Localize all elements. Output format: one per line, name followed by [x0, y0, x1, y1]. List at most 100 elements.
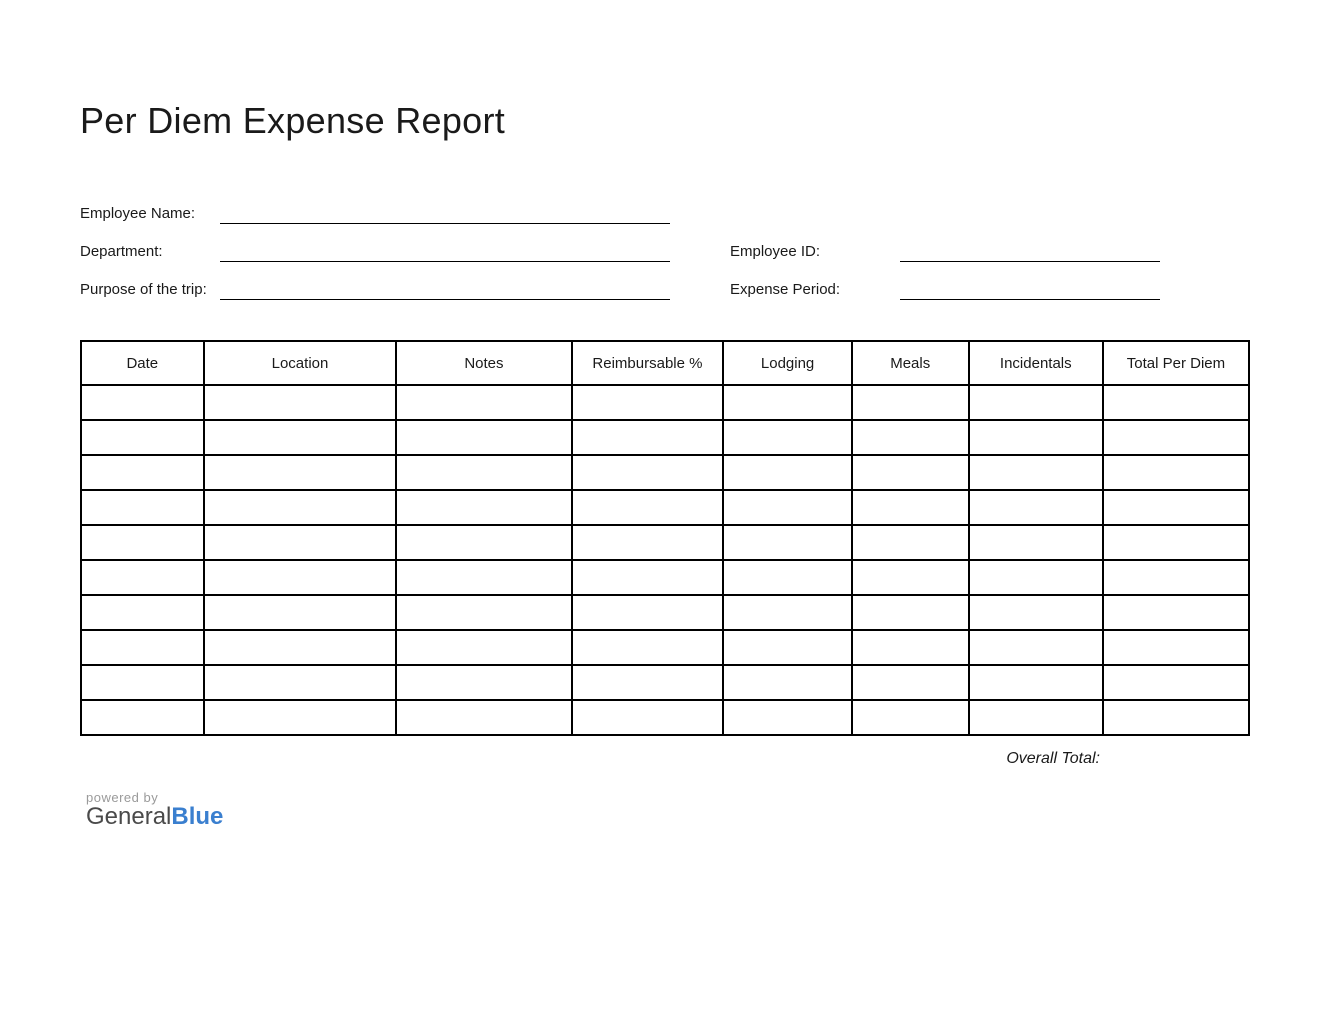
table-cell[interactable]	[723, 385, 851, 420]
table-cell[interactable]	[396, 595, 571, 630]
table-cell[interactable]	[723, 525, 851, 560]
table-cell[interactable]	[572, 560, 724, 595]
table-cell[interactable]	[969, 665, 1103, 700]
table-cell[interactable]	[1103, 595, 1249, 630]
table-cell[interactable]	[572, 490, 724, 525]
table-cell[interactable]	[396, 630, 571, 665]
meta-fields: Employee Name: Department: Employee ID: …	[80, 202, 1250, 300]
table-cell[interactable]	[204, 525, 397, 560]
table-cell[interactable]	[572, 385, 724, 420]
table-cell[interactable]	[1103, 560, 1249, 595]
table-cell[interactable]	[723, 560, 851, 595]
table-row	[81, 455, 1249, 490]
table-cell[interactable]	[396, 700, 571, 735]
purpose-field[interactable]	[220, 278, 670, 300]
table-cell[interactable]	[969, 630, 1103, 665]
table-cell[interactable]	[969, 525, 1103, 560]
table-cell[interactable]	[969, 420, 1103, 455]
col-header-incidentals: Incidentals	[969, 341, 1103, 385]
table-cell[interactable]	[969, 490, 1103, 525]
table-row	[81, 525, 1249, 560]
table-cell[interactable]	[1103, 525, 1249, 560]
table-cell[interactable]	[396, 420, 571, 455]
brand-blue: Blue	[171, 803, 223, 830]
table-cell[interactable]	[572, 665, 724, 700]
table-cell[interactable]	[81, 630, 204, 665]
table-cell[interactable]	[852, 490, 969, 525]
table-cell[interactable]	[204, 560, 397, 595]
table-cell[interactable]	[81, 700, 204, 735]
table-cell[interactable]	[396, 455, 571, 490]
table-cell[interactable]	[396, 385, 571, 420]
table-cell[interactable]	[1103, 700, 1249, 735]
table-cell[interactable]	[81, 420, 204, 455]
table-cell[interactable]	[723, 595, 851, 630]
table-cell[interactable]	[396, 560, 571, 595]
table-cell[interactable]	[723, 420, 851, 455]
table-cell[interactable]	[852, 595, 969, 630]
table-cell[interactable]	[81, 385, 204, 420]
table-cell[interactable]	[572, 630, 724, 665]
table-cell[interactable]	[204, 630, 397, 665]
table-cell[interactable]	[852, 525, 969, 560]
table-cell[interactable]	[204, 595, 397, 630]
col-header-notes: Notes	[396, 341, 571, 385]
table-cell[interactable]	[204, 700, 397, 735]
expense-period-field[interactable]	[900, 278, 1160, 300]
table-cell[interactable]	[1103, 420, 1249, 455]
table-cell[interactable]	[81, 525, 204, 560]
table-cell[interactable]	[1103, 385, 1249, 420]
table-cell[interactable]	[969, 385, 1103, 420]
table-cell[interactable]	[723, 700, 851, 735]
table-cell[interactable]	[1103, 665, 1249, 700]
table-cell[interactable]	[81, 665, 204, 700]
table-cell[interactable]	[852, 560, 969, 595]
table-cell[interactable]	[81, 490, 204, 525]
col-header-lodging: Lodging	[723, 341, 851, 385]
table-cell[interactable]	[852, 455, 969, 490]
table-cell[interactable]	[204, 490, 397, 525]
table-cell[interactable]	[723, 455, 851, 490]
table-cell[interactable]	[572, 700, 724, 735]
table-cell[interactable]	[81, 595, 204, 630]
table-cell[interactable]	[723, 490, 851, 525]
table-cell[interactable]	[969, 595, 1103, 630]
table-cell[interactable]	[1103, 490, 1249, 525]
employee-name-field[interactable]	[220, 202, 670, 224]
table-cell[interactable]	[852, 665, 969, 700]
table-cell[interactable]	[396, 525, 571, 560]
table-cell[interactable]	[396, 665, 571, 700]
department-label: Department:	[80, 243, 220, 262]
table-cell[interactable]	[572, 525, 724, 560]
col-header-date: Date	[81, 341, 204, 385]
table-cell[interactable]	[723, 630, 851, 665]
table-cell[interactable]	[204, 665, 397, 700]
table-cell[interactable]	[204, 455, 397, 490]
table-cell[interactable]	[969, 455, 1103, 490]
table-cell[interactable]	[852, 385, 969, 420]
overall-total-label: Overall Total:	[80, 750, 1250, 768]
table-cell[interactable]	[852, 700, 969, 735]
table-cell[interactable]	[204, 385, 397, 420]
table-cell[interactable]	[723, 665, 851, 700]
table-cell[interactable]	[969, 700, 1103, 735]
footer-branding: powered by GeneralBlue	[80, 790, 1250, 829]
table-cell[interactable]	[81, 455, 204, 490]
table-cell[interactable]	[1103, 455, 1249, 490]
table-cell[interactable]	[572, 595, 724, 630]
table-row	[81, 560, 1249, 595]
employee-id-field[interactable]	[900, 240, 1160, 262]
employee-id-label: Employee ID:	[730, 243, 900, 262]
table-cell[interactable]	[1103, 630, 1249, 665]
table-cell[interactable]	[969, 560, 1103, 595]
table-cell[interactable]	[396, 490, 571, 525]
table-cell[interactable]	[204, 420, 397, 455]
expense-table: Date Location Notes Reimbursable % Lodgi…	[80, 340, 1250, 736]
table-cell[interactable]	[572, 420, 724, 455]
table-cell[interactable]	[81, 560, 204, 595]
table-cell[interactable]	[572, 455, 724, 490]
powered-by-text: powered by	[86, 790, 1250, 805]
table-cell[interactable]	[852, 420, 969, 455]
table-cell[interactable]	[852, 630, 969, 665]
department-field[interactable]	[220, 240, 670, 262]
